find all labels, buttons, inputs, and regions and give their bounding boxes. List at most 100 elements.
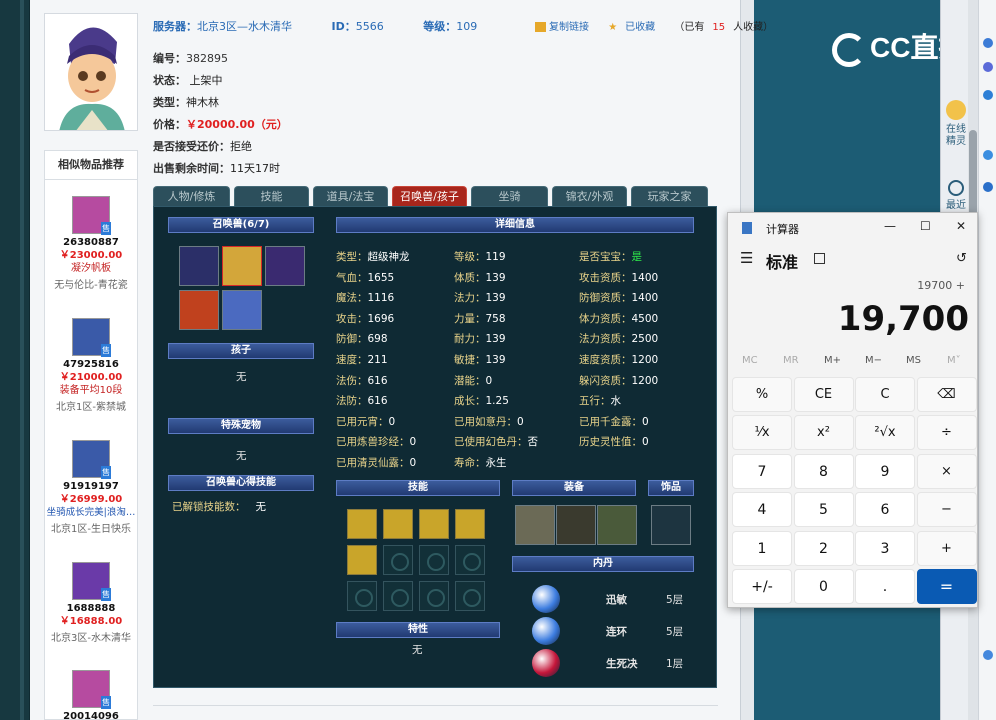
stat-item: 寿命：永生 [454, 457, 507, 469]
calc-key[interactable]: × [916, 453, 977, 489]
similar-item-desc: 装备平均10段 [59, 385, 123, 396]
calc-key[interactable]: 7 [732, 453, 792, 489]
calc-key[interactable]: 2 [793, 530, 854, 566]
similar-item-price: ￥16888.00 [59, 616, 123, 627]
tab-items[interactable]: 道具/法宝 [313, 186, 388, 206]
detail-header: 详细信息 [336, 217, 694, 233]
calc-key[interactable]: CE [793, 377, 854, 412]
similar-item[interactable]: 售 26380887 ￥23000.00 凝汐帆板 无与伦比-青花瓷 [44, 196, 138, 292]
keep-on-top-icon[interactable] [814, 253, 825, 264]
skill-2-icon[interactable] [383, 509, 413, 539]
calc-key[interactable]: ²√x [855, 415, 915, 451]
calculator-titlebar[interactable]: 计算器 — ☐ ✕ [728, 213, 977, 243]
pet-slot-5[interactable] [222, 290, 262, 330]
minimize-icon[interactable]: — [884, 219, 896, 233]
sidebar-icon-1[interactable] [983, 38, 993, 48]
equip-slot-1[interactable] [515, 505, 555, 545]
calc-key[interactable]: 9 [855, 453, 915, 489]
stat-item: 已用清灵仙露：0 [336, 457, 417, 469]
pet-slot-3[interactable] [265, 246, 305, 286]
calc-key[interactable]: 3 [855, 530, 915, 566]
recent-button[interactable]: 最近 [941, 180, 971, 212]
similar-item[interactable]: 售 47925816 ￥21000.00 装备平均10段 北京1区-紫禁城 [44, 318, 138, 414]
similar-item-server: 北京1区-紫禁城 [56, 402, 126, 413]
calc-key[interactable]: x² [793, 415, 854, 451]
calc-key[interactable]: . [855, 569, 915, 604]
menu-icon[interactable]: ☰ [740, 249, 753, 267]
online-spirit-button[interactable]: 在线精灵 [941, 100, 971, 148]
copy-link-button[interactable]: 复制链接 [535, 22, 597, 33]
stat-item: 潜能：0 [454, 374, 493, 387]
tab-player-home[interactable]: 玩家之家 [631, 186, 708, 206]
sidebar-icon-5[interactable] [983, 182, 993, 192]
calc-key[interactable]: + [916, 530, 977, 566]
neidan-orb-icon[interactable] [532, 617, 560, 645]
tab-skills[interactable]: 技能 [234, 186, 309, 206]
skill-5-icon[interactable] [347, 545, 377, 575]
similar-item[interactable]: 售 91919197 ￥26999.00 坐骑成长完美|浪淘… 北京1区-生日快乐 [44, 440, 138, 536]
sidebar-icon-2[interactable] [983, 62, 993, 72]
special-header: 特殊宠物 [168, 418, 314, 434]
tab-appearance[interactable]: 锦衣/外观 [552, 186, 627, 206]
empty-skill-slot [347, 581, 377, 611]
online-spirit-label: 在线精灵 [946, 124, 966, 147]
accessory-slot[interactable] [651, 505, 691, 545]
maximize-icon[interactable]: ☐ [920, 219, 931, 233]
tab-mounts[interactable]: 坐骑 [471, 186, 548, 206]
spirit-icon [946, 100, 966, 120]
calc-key[interactable]: +/- [732, 569, 792, 604]
similar-item[interactable]: 售 20014096 [44, 670, 138, 720]
skill-3-icon[interactable] [419, 509, 449, 539]
sidebar-icon-6[interactable] [983, 650, 993, 660]
skill-1-icon[interactable] [347, 509, 377, 539]
calc-key[interactable]: ⌫ [916, 377, 977, 412]
memory-button[interactable]: MS [906, 355, 921, 366]
id-label: ID： [331, 20, 356, 33]
stat-item: 已用千金露：0 [579, 415, 649, 428]
stat-item: 法防：616 [336, 395, 388, 408]
memory-button[interactable]: M+ [824, 355, 841, 366]
pet-slot-1[interactable] [179, 246, 219, 286]
stat-item: 成长：1.25 [454, 395, 509, 408]
sidebar-icon-4[interactable] [983, 150, 993, 160]
memory-button[interactable]: M− [865, 355, 882, 366]
neidan-name: 连环 [606, 626, 627, 638]
similar-item[interactable]: 售 1688888 ￥16888.00 北京3区-水木清华 [44, 562, 138, 645]
calc-key[interactable]: = [916, 569, 977, 604]
stat-item: 已用元宵：0 [336, 415, 396, 428]
neidan-orb-icon[interactable] [532, 649, 560, 677]
calc-key[interactable]: − [916, 492, 977, 528]
equip-slot-2[interactable] [556, 505, 596, 545]
calc-key[interactable]: ÷ [916, 415, 977, 451]
neidan-orb-icon[interactable] [532, 585, 560, 613]
calc-key[interactable]: ¹⁄x [732, 415, 792, 451]
sidebar-icon-3[interactable] [983, 90, 993, 100]
calc-key[interactable]: % [732, 377, 792, 412]
pet-slot-4[interactable] [179, 290, 219, 330]
similar-item-id: 26380887 [63, 237, 119, 248]
calc-key[interactable]: 4 [732, 492, 792, 528]
skill-4-icon[interactable] [455, 509, 485, 539]
close-icon[interactable]: ✕ [956, 219, 966, 233]
tab-character[interactable]: 人物/修炼 [153, 186, 230, 206]
stat-item: 法力：139 [454, 292, 506, 305]
for-sale-badge: 售 [101, 588, 111, 601]
collected-button[interactable]: ★ 已收藏 [608, 22, 663, 33]
stat-item: 耐力：139 [454, 333, 506, 346]
calc-key[interactable]: 0 [793, 569, 854, 604]
tab-pets[interactable]: 召唤兽/孩子 [392, 186, 467, 206]
pet-slot-2[interactable] [222, 246, 262, 286]
memory-button[interactable]: MR [783, 355, 799, 366]
calc-key[interactable]: C [855, 377, 915, 412]
calc-key[interactable]: 5 [793, 492, 854, 528]
calc-key[interactable]: 6 [855, 492, 915, 528]
calc-key[interactable]: 1 [732, 530, 792, 566]
memory-button[interactable]: M˅ [947, 355, 961, 366]
divider [153, 705, 718, 706]
equip-slot-3[interactable] [597, 505, 637, 545]
calculator-expression: 19700 + [917, 279, 965, 292]
history-icon[interactable]: ↺ [956, 251, 967, 266]
calc-key[interactable]: 8 [793, 453, 854, 489]
clock-icon [948, 180, 964, 196]
memory-button[interactable]: MC [742, 355, 758, 366]
